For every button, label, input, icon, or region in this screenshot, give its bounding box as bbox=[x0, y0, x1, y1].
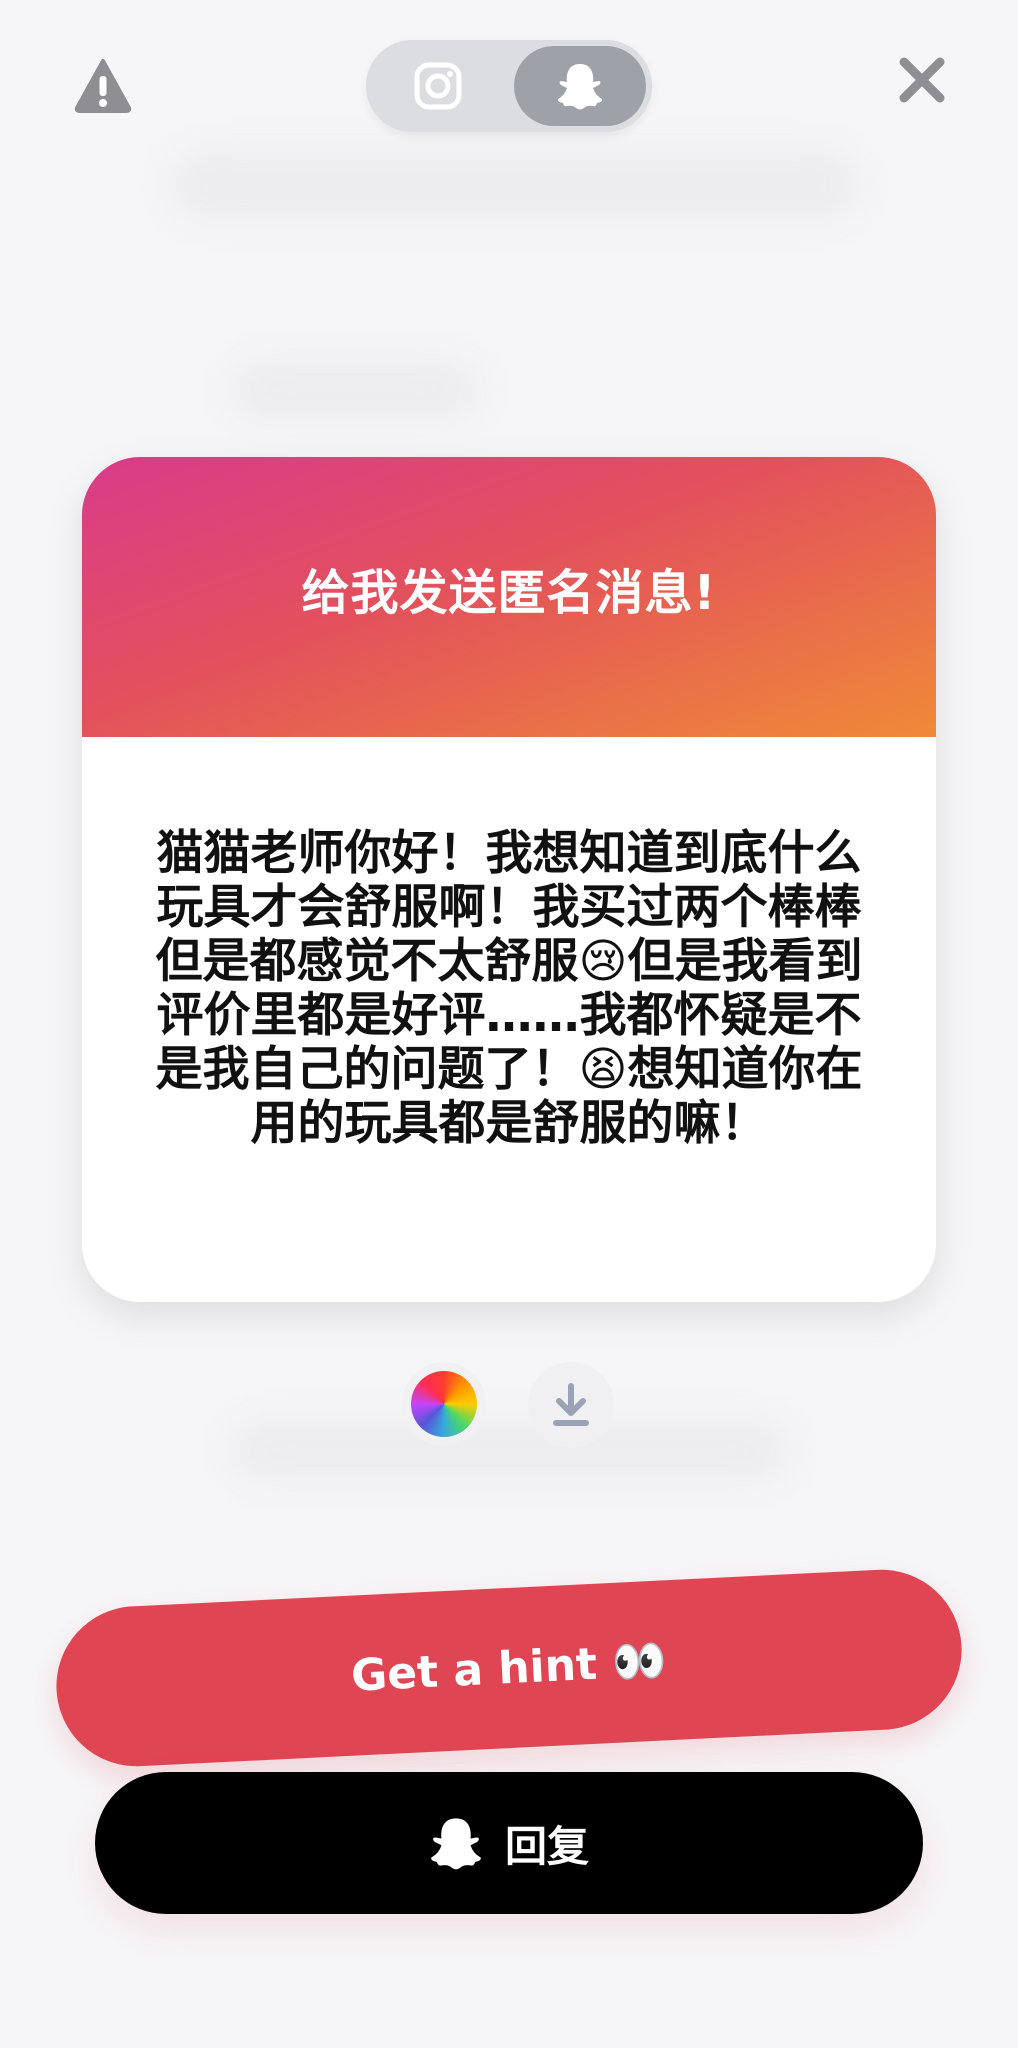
snapchat-tab[interactable] bbox=[514, 46, 646, 126]
get-hint-label: Get a hint 👀 bbox=[349, 1635, 669, 1702]
instagram-tab[interactable] bbox=[372, 46, 504, 126]
reply-button[interactable]: 回复 bbox=[95, 1772, 923, 1914]
instagram-icon bbox=[414, 62, 462, 110]
background-blur bbox=[170, 150, 860, 220]
message-card: 给我发送匿名消息! 猫猫老师你好！我想知道到底什么玩具才会舒服啊！我买过两个棒棒… bbox=[82, 457, 936, 1302]
color-picker-button[interactable] bbox=[402, 1362, 486, 1446]
close-x-icon[interactable] bbox=[896, 54, 948, 106]
anonymous-message-text: 猫猫老师你好！我想知道到底什么玩具才会舒服啊！我买过两个棒棒但是都感觉不太舒服😢… bbox=[155, 826, 863, 1151]
card-header: 给我发送匿名消息! bbox=[82, 457, 936, 737]
get-hint-button[interactable]: Get a hint 👀 bbox=[52, 1565, 966, 1771]
download-icon bbox=[553, 1383, 589, 1426]
reply-label: 回复 bbox=[504, 1821, 589, 1871]
snapchat-ghost-icon bbox=[557, 64, 603, 110]
snapchat-ghost-icon bbox=[431, 1818, 481, 1870]
platform-toggle[interactable] bbox=[366, 40, 652, 132]
background-blur bbox=[230, 360, 480, 420]
card-title: 给我发送匿名消息! bbox=[301, 565, 717, 621]
color-wheel-icon bbox=[411, 1371, 477, 1437]
warning-triangle-icon[interactable] bbox=[74, 56, 132, 114]
background-blur bbox=[230, 1420, 790, 1480]
download-button[interactable] bbox=[528, 1362, 614, 1448]
